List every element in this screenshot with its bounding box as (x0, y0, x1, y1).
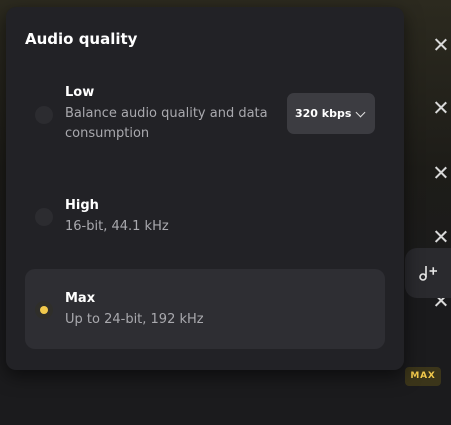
option-low-description: Balance audio quality and data consumpti… (65, 106, 268, 141)
option-low-title: Low (65, 85, 95, 100)
add-track-button[interactable] (405, 248, 451, 298)
add-track-icon (419, 266, 437, 281)
close-icon[interactable] (434, 230, 447, 243)
audio-quality-dialog: Audio quality Low Balance audio quality … (6, 7, 404, 370)
dialog-title: Audio quality (25, 30, 138, 48)
option-high[interactable]: High 16-bit, 44.1 kHz (25, 190, 385, 245)
option-high-title: High (65, 198, 99, 213)
option-max-title: Max (65, 291, 96, 306)
max-quality-badge: MAX (405, 367, 441, 386)
radio-low[interactable] (35, 106, 53, 124)
option-max-description: Up to 24-bit, 192 kHz (65, 312, 204, 327)
option-high-description: 16-bit, 44.1 kHz (65, 219, 169, 234)
close-icon[interactable] (434, 38, 447, 51)
bitrate-select[interactable]: 320 kbps (287, 93, 375, 134)
option-max[interactable]: Max Up to 24-bit, 192 kHz (25, 269, 385, 349)
radio-max[interactable] (35, 301, 53, 319)
close-icon[interactable] (434, 101, 447, 114)
bitrate-select-value: 320 kbps (295, 107, 352, 120)
chevron-down-icon (355, 107, 366, 118)
close-icon[interactable] (434, 166, 447, 179)
radio-high[interactable] (35, 208, 53, 226)
